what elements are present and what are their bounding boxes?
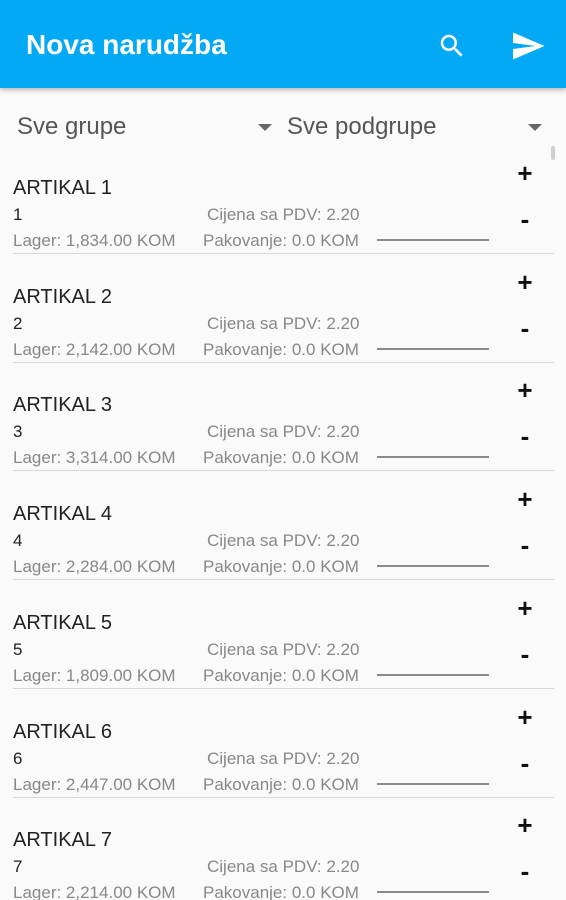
subgroups-dropdown[interactable]: Sve podgrupe bbox=[287, 112, 549, 146]
item-name: ARTIKAL 4 bbox=[13, 503, 112, 526]
subgroups-dropdown-value: Sve podgrupe bbox=[287, 113, 437, 140]
item-name: ARTIKAL 2 bbox=[13, 285, 112, 308]
quantity-input[interactable] bbox=[377, 888, 489, 894]
item-packaging: Pakovanje: 0.0 KOM bbox=[203, 448, 359, 468]
send-icon bbox=[513, 32, 545, 60]
divider bbox=[13, 687, 554, 689]
item-packaging: Pakovanje: 0.0 KOM bbox=[203, 231, 359, 250]
item-stock: Lager: 2,447.00 KOM bbox=[13, 774, 176, 794]
article-list[interactable]: ARTIKAL 1 1 Cijena sa PDV: 2.20 Lager: 1… bbox=[0, 160, 566, 900]
item-name: ARTIKAL 7 bbox=[13, 829, 112, 852]
quantity-input[interactable] bbox=[377, 670, 489, 676]
increment-button[interactable]: + bbox=[510, 377, 540, 403]
item-code: 7 bbox=[13, 857, 23, 877]
divider bbox=[13, 253, 554, 254]
item-code: 3 bbox=[13, 422, 23, 442]
item-packaging: Pakovanje: 0.0 KOM bbox=[203, 883, 359, 900]
app-bar: Nova narudžba bbox=[0, 0, 566, 88]
search-icon bbox=[440, 34, 463, 57]
increment-button[interactable]: + bbox=[510, 595, 540, 621]
item-price: Cijena sa PDV: 2.20 bbox=[207, 205, 360, 224]
item-stock: Lager: 3,314.00 KOM bbox=[13, 448, 176, 468]
decrement-button[interactable]: - bbox=[510, 422, 540, 450]
decrement-button[interactable]: - bbox=[510, 749, 540, 777]
increment-button[interactable]: + bbox=[510, 486, 540, 512]
list-item: ARTIKAL 5 5 Cijena sa PDV: 2.20 Lager: 1… bbox=[0, 595, 566, 704]
increment-button[interactable]: + bbox=[510, 160, 540, 186]
item-code: 6 bbox=[13, 748, 23, 768]
item-name: ARTIKAL 5 bbox=[13, 611, 112, 634]
scrollbar[interactable] bbox=[551, 146, 555, 160]
item-name: ARTIKAL 3 bbox=[13, 394, 112, 417]
groups-dropdown-value: Sve grupe bbox=[17, 113, 127, 140]
decrement-button[interactable]: - bbox=[510, 857, 540, 885]
quantity-input[interactable] bbox=[377, 779, 489, 785]
divider bbox=[13, 470, 554, 472]
increment-button[interactable]: + bbox=[510, 704, 540, 730]
decrement-button[interactable]: - bbox=[510, 314, 540, 342]
divider bbox=[13, 361, 554, 363]
item-name: ARTIKAL 6 bbox=[13, 720, 112, 743]
divider bbox=[13, 796, 554, 798]
item-code: 4 bbox=[13, 531, 23, 551]
item-price: Cijena sa PDV: 2.20 bbox=[207, 748, 360, 768]
increment-button[interactable]: + bbox=[510, 269, 540, 295]
list-item: ARTIKAL 3 3 Cijena sa PDV: 2.20 Lager: 3… bbox=[0, 377, 566, 486]
item-code: 5 bbox=[13, 639, 23, 659]
item-code: 2 bbox=[13, 313, 23, 333]
divider bbox=[13, 579, 554, 581]
list-item: ARTIKAL 6 6 Cijena sa PDV: 2.20 Lager: 2… bbox=[0, 704, 566, 813]
item-price: Cijena sa PDV: 2.20 bbox=[207, 531, 360, 551]
item-price: Cijena sa PDV: 2.20 bbox=[207, 639, 360, 659]
list-item: ARTIKAL 4 4 Cijena sa PDV: 2.20 Lager: 2… bbox=[0, 486, 566, 595]
send-button[interactable] bbox=[506, 24, 550, 68]
item-stock: Lager: 1,834.00 KOM bbox=[13, 231, 176, 250]
increment-button[interactable]: + bbox=[510, 812, 540, 838]
item-stock: Lager: 1,809.00 KOM bbox=[13, 665, 176, 685]
dropdown-arrow-icon bbox=[528, 124, 542, 131]
decrement-button[interactable]: - bbox=[510, 640, 540, 668]
item-stock: Lager: 2,284.00 KOM bbox=[13, 557, 176, 577]
item-packaging: Pakovanje: 0.0 KOM bbox=[203, 557, 359, 577]
quantity-input[interactable] bbox=[377, 344, 489, 350]
item-stock: Lager: 2,214.00 KOM bbox=[13, 883, 176, 900]
search-button[interactable] bbox=[430, 24, 474, 68]
groups-dropdown[interactable]: Sve grupe bbox=[17, 112, 275, 146]
item-price: Cijena sa PDV: 2.20 bbox=[207, 857, 360, 877]
decrement-button[interactable]: - bbox=[510, 205, 540, 233]
filter-bar: Sve grupe Sve podgrupe bbox=[0, 88, 566, 160]
item-packaging: Pakovanje: 0.0 KOM bbox=[203, 339, 359, 359]
item-packaging: Pakovanje: 0.0 KOM bbox=[203, 774, 359, 794]
list-item: ARTIKAL 7 7 Cijena sa PDV: 2.20 Lager: 2… bbox=[0, 812, 566, 900]
page-title: Nova narudžba bbox=[26, 29, 227, 60]
quantity-input[interactable] bbox=[377, 236, 489, 241]
list-item: ARTIKAL 1 1 Cijena sa PDV: 2.20 Lager: 1… bbox=[0, 160, 566, 269]
quantity-input[interactable] bbox=[377, 562, 489, 568]
item-price: Cijena sa PDV: 2.20 bbox=[207, 313, 360, 333]
item-name: ARTIKAL 1 bbox=[13, 177, 112, 199]
item-stock: Lager: 2,142.00 KOM bbox=[13, 339, 176, 359]
list-item: ARTIKAL 2 2 Cijena sa PDV: 2.20 Lager: 2… bbox=[0, 269, 566, 378]
decrement-button[interactable]: - bbox=[510, 531, 540, 559]
item-packaging: Pakovanje: 0.0 KOM bbox=[203, 665, 359, 685]
quantity-input[interactable] bbox=[377, 453, 489, 459]
dropdown-arrow-icon bbox=[258, 124, 272, 131]
item-price: Cijena sa PDV: 2.20 bbox=[207, 422, 360, 442]
item-code: 1 bbox=[13, 205, 23, 224]
